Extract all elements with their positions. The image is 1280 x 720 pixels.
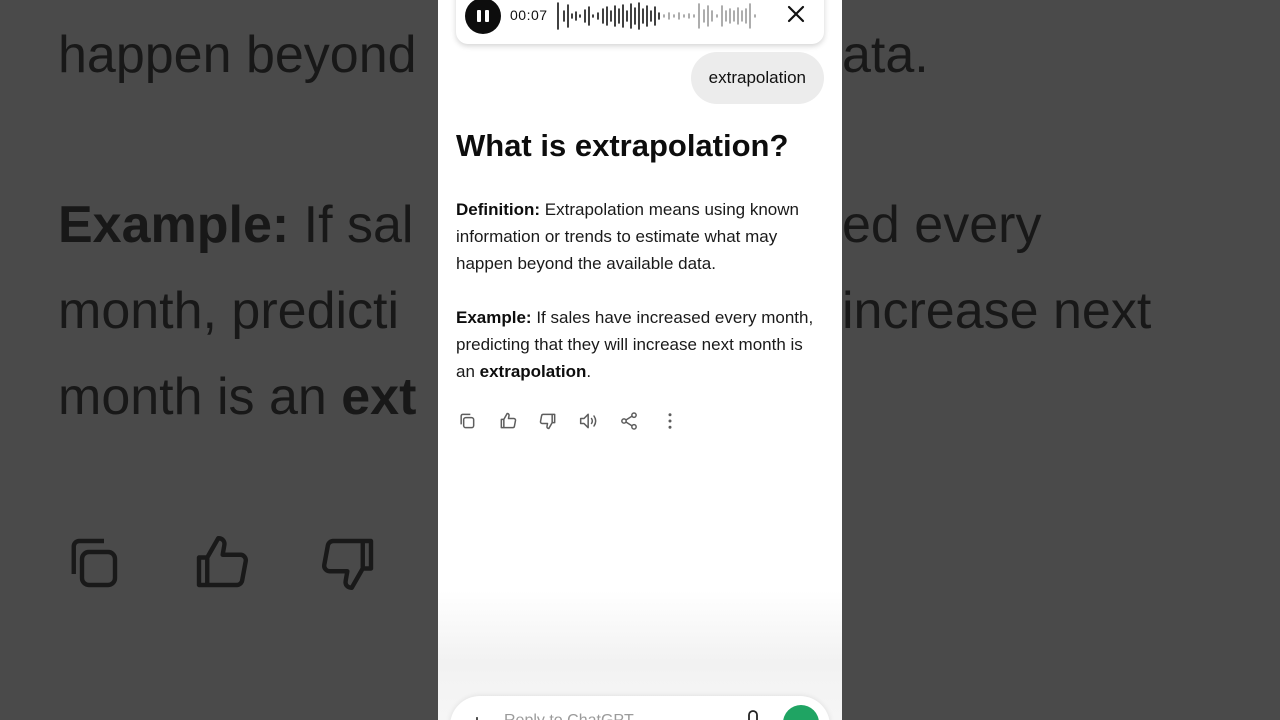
example-paragraph: Example: If sales have increased every m… (456, 304, 826, 385)
bg-thumbs-up-icon (196, 536, 248, 588)
share-button[interactable] (618, 410, 640, 432)
example-bold-term: extrapolation (479, 362, 587, 381)
bg-text-line: month, predicti (58, 282, 400, 340)
copy-button[interactable] (456, 410, 478, 432)
playback-timer: 00:07 (510, 7, 548, 23)
voice-playback-bar: 00:07 (456, 0, 824, 44)
message-actions (456, 410, 699, 432)
thumbs-up-icon (500, 412, 516, 429)
copy-icon (460, 413, 475, 429)
more-options-button[interactable] (659, 410, 681, 432)
bg-text-line: happen beyond (58, 26, 417, 84)
bg-text-line: Example: If sal (58, 196, 414, 254)
chat-screen: 00:07 extrapolation What is extrapolatio… (438, 0, 842, 720)
user-message-text: extrapolation (708, 68, 806, 87)
bg-text-line: ed every (842, 196, 1042, 254)
response-title: What is extrapolation? (456, 128, 789, 163)
pause-button[interactable] (465, 0, 501, 34)
user-message-bubble: extrapolation (690, 52, 824, 104)
definition-paragraph: Definition: Extrapolation means using kn… (456, 196, 826, 277)
bg-text-line: increase next (842, 282, 1152, 340)
composer-placeholder[interactable]: Reply to ChatGPT (504, 712, 634, 720)
thumbs-down-icon (539, 413, 556, 430)
example-end: . (586, 362, 592, 381)
bg-text-line: ata. (842, 26, 929, 84)
message-composer[interactable]: + Reply to ChatGPT (450, 696, 830, 720)
add-attachment-button[interactable]: + (470, 710, 484, 720)
read-aloud-icon (579, 413, 596, 429)
share-icon (621, 412, 637, 430)
example-label: Example: (456, 308, 532, 327)
definition-label: Definition: (456, 200, 541, 219)
close-icon[interactable] (784, 2, 808, 26)
bg-copy-icon (71, 538, 118, 588)
bg-thumbs-down-icon (322, 538, 374, 590)
pause-icon-bar (485, 10, 489, 22)
bg-text-line: month is an ext (58, 368, 417, 426)
waveform-icon (557, 2, 756, 30)
pause-icon (477, 10, 481, 22)
thumbs-up-button[interactable] (497, 410, 519, 432)
more-icon (668, 413, 671, 429)
thumbs-down-button[interactable] (537, 410, 559, 432)
microphone-icon[interactable] (744, 710, 762, 720)
read-aloud-button[interactable] (578, 410, 600, 432)
voice-mode-button[interactable] (783, 705, 819, 720)
